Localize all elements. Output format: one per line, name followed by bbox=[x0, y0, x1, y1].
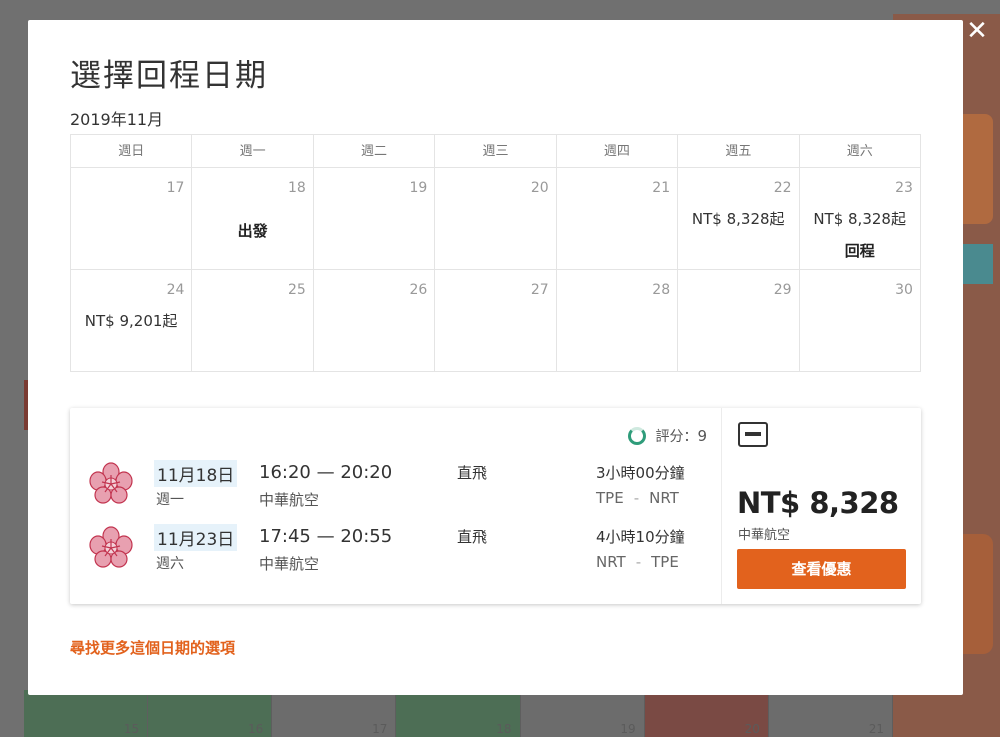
day-price: NT$ 8,328起 bbox=[813, 210, 906, 228]
rating: 評分： 9 bbox=[628, 426, 707, 446]
calendar-day-cell[interactable]: 24 NT$ 9,201起 bbox=[71, 270, 193, 371]
day-number: 18 bbox=[288, 180, 306, 196]
rating-label: 評分： bbox=[655, 429, 698, 445]
flight-details: 評分： 9 11月18日 週一 16:20 — 20:20 中華航空 直飛 3小… bbox=[70, 408, 722, 604]
calendar-day-cell[interactable]: 27 bbox=[435, 270, 557, 371]
day-number: 27 bbox=[530, 282, 549, 298]
origin-code: NRT bbox=[596, 553, 626, 571]
day-number: 23 bbox=[895, 180, 913, 196]
leg-time: 16:20 — 20:20 bbox=[259, 462, 393, 483]
leg-duration: 3小時00分鐘 bbox=[596, 464, 685, 482]
calendar-day-cell[interactable]: 28 bbox=[557, 270, 679, 371]
calendar: 週日 週一 週二 週三 週四 週五 週六 17 18 出發 19 20 21 2… bbox=[70, 134, 921, 372]
destination-code: TPE bbox=[651, 553, 679, 571]
departure-tag: 出發 bbox=[237, 222, 268, 240]
leg-weekday: 週一 bbox=[156, 492, 184, 508]
close-button[interactable]: ✕ bbox=[963, 18, 991, 46]
flight-result-card[interactable]: 評分： 9 11月18日 週一 16:20 — 20:20 中華航空 直飛 3小… bbox=[70, 408, 921, 604]
more-options-link[interactable]: 尋找更多這個日期的選項 bbox=[70, 637, 235, 658]
background-cell: 17 bbox=[272, 690, 397, 737]
leg-airline: 中華航空 bbox=[259, 491, 320, 509]
day-number: 30 bbox=[895, 282, 913, 298]
leg-route: TPE - NRT bbox=[596, 489, 679, 507]
airline-logo-icon bbox=[89, 526, 133, 568]
calendar-day-cell[interactable]: 26 bbox=[314, 270, 436, 371]
return-date-modal: 選擇回程日期 2019年11月 週日 週一 週二 週三 週四 週五 週六 17 … bbox=[28, 20, 963, 695]
calendar-day-cell[interactable]: 29 bbox=[678, 270, 800, 371]
weekday-label: 週二 bbox=[314, 135, 436, 167]
calendar-week: 17 18 出發 19 20 21 22 NT$ 8,328起 23 NT$ 8… bbox=[71, 168, 920, 270]
calendar-day-cell[interactable]: 20 bbox=[435, 168, 557, 269]
calendar-day-cell[interactable]: 18 出發 bbox=[192, 168, 314, 269]
day-number: 28 bbox=[652, 282, 671, 298]
origin-code: TPE bbox=[596, 489, 624, 507]
leg-duration: 4小時10分鐘 bbox=[596, 528, 685, 546]
price: NT$ 8,328 bbox=[737, 486, 899, 520]
day-number: 20 bbox=[530, 180, 549, 196]
day-number: 21 bbox=[652, 180, 671, 196]
background-calendar-row: 15 16 17 18 19 20 21 bbox=[24, 690, 893, 737]
price-airline: 中華航空 bbox=[738, 528, 791, 543]
leg-date: 11月23日 bbox=[154, 524, 238, 551]
leg-route: NRT - TPE bbox=[596, 553, 679, 571]
background-cell: 18 bbox=[396, 690, 521, 737]
leg-airline: 中華航空 bbox=[259, 555, 320, 573]
weekday-label: 週日 bbox=[71, 135, 193, 167]
return-tag: 回程 bbox=[844, 242, 875, 260]
background-cell: 20 bbox=[644, 690, 769, 737]
day-number: 19 bbox=[409, 180, 428, 196]
calendar-day-cell[interactable]: 30 bbox=[800, 270, 920, 371]
view-deal-button[interactable]: 查看優惠 bbox=[737, 549, 906, 589]
background-cell: 19 bbox=[520, 690, 645, 737]
calendar-week: 24 NT$ 9,201起 25 26 27 28 29 30 bbox=[71, 270, 920, 371]
weekday-label: 週五 bbox=[678, 135, 800, 167]
calendar-weekday-header: 週日 週一 週二 週三 週四 週五 週六 bbox=[71, 135, 920, 168]
day-number: 26 bbox=[409, 282, 428, 298]
leg-weekday: 週六 bbox=[156, 556, 184, 572]
rating-value: 9 bbox=[697, 427, 707, 445]
calendar-day-cell[interactable]: 25 bbox=[192, 270, 314, 371]
leg-stop-type: 直飛 bbox=[457, 464, 488, 482]
credit-card-icon bbox=[738, 422, 768, 447]
modal-title: 選擇回程日期 bbox=[70, 58, 268, 94]
leg-time: 17:45 — 20:55 bbox=[259, 526, 393, 547]
calendar-day-cell[interactable]: 22 NT$ 8,328起 bbox=[678, 168, 800, 269]
price-panel: NT$ 8,328 中華航空 查看優惠 bbox=[722, 408, 921, 604]
calendar-day-cell[interactable]: 23 NT$ 8,328起 回程 bbox=[800, 168, 920, 269]
day-price: NT$ 8,328起 bbox=[691, 210, 785, 228]
airline-logo-icon bbox=[89, 462, 133, 504]
day-number: 24 bbox=[166, 282, 185, 298]
background-cell: 15 bbox=[24, 690, 149, 737]
calendar-day-cell[interactable]: 17 bbox=[71, 168, 193, 269]
day-number: 22 bbox=[773, 180, 792, 196]
calendar-day-cell[interactable]: 21 bbox=[557, 168, 679, 269]
month-label: 2019年11月 bbox=[70, 110, 164, 129]
day-number: 17 bbox=[166, 180, 185, 196]
flight-leg-outbound: 11月18日 週一 16:20 — 20:20 中華航空 直飛 3小時00分鐘 … bbox=[70, 458, 722, 509]
day-number: 29 bbox=[773, 282, 792, 298]
day-number: 25 bbox=[288, 282, 306, 298]
weekday-label: 週六 bbox=[846, 144, 873, 159]
flight-leg-return: 11月23日 週六 17:45 — 20:55 中華航空 直飛 4小時10分鐘 … bbox=[70, 522, 722, 573]
leg-date: 11月18日 bbox=[154, 460, 238, 487]
weekday-label: 週四 bbox=[557, 135, 679, 167]
rating-ring-icon bbox=[628, 427, 647, 445]
calendar-day-cell[interactable]: 19 bbox=[314, 168, 436, 269]
weekday-label: 週三 bbox=[435, 135, 557, 167]
day-price: NT$ 9,201起 bbox=[84, 312, 178, 330]
background-cell: 16 bbox=[148, 690, 273, 737]
weekday-label: 週一 bbox=[192, 135, 314, 167]
destination-code: NRT bbox=[649, 489, 679, 507]
background-cell: 21 bbox=[768, 690, 893, 737]
leg-stop-type: 直飛 bbox=[457, 528, 488, 546]
